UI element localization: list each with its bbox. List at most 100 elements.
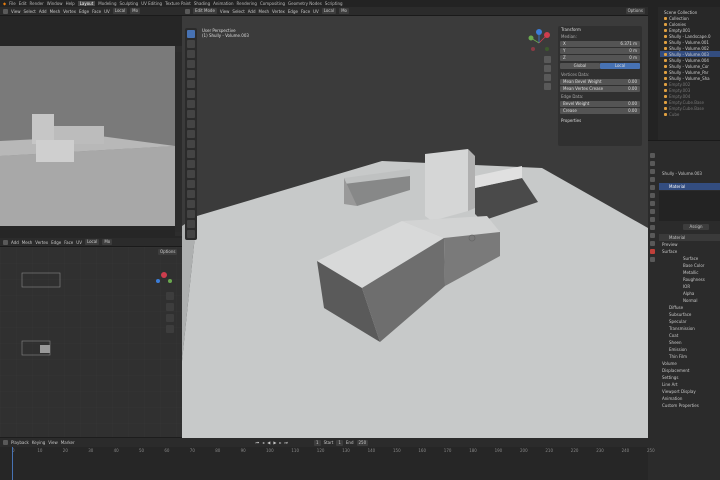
end-frame-field[interactable]: 250 <box>356 439 369 446</box>
transform-tool-icon[interactable] <box>187 80 195 88</box>
texture-tab-icon[interactable] <box>650 257 655 262</box>
transform-orientation-dropdown[interactable]: Local <box>112 8 128 14</box>
zoom-icon[interactable] <box>544 56 551 63</box>
keying-menu[interactable]: Keying <box>32 440 45 445</box>
view-menu[interactable]: View <box>48 440 58 445</box>
material-section[interactable]: Volume <box>659 360 720 367</box>
annotate-tool-icon[interactable] <box>187 90 195 98</box>
menu-edit[interactable]: Edit <box>19 1 27 6</box>
menu-uv[interactable]: UV <box>76 240 82 245</box>
menu-window[interactable]: Window <box>47 1 63 6</box>
shader-field[interactable]: Surface <box>659 255 720 262</box>
material-section[interactable]: Custom Properties <box>659 402 720 409</box>
tab-shading[interactable]: Shading <box>194 1 210 6</box>
camera-viewport[interactable] <box>0 16 182 238</box>
tab-layout[interactable]: Layout <box>77 1 96 6</box>
tab-sculpting[interactable]: Sculpting <box>120 1 139 6</box>
spin-tool-icon[interactable] <box>187 180 195 188</box>
menu-help[interactable]: Help <box>66 1 75 6</box>
extrude-tool-icon[interactable] <box>187 120 195 128</box>
material-name-field[interactable]: Material <box>659 234 720 241</box>
tab-rendering[interactable]: Rendering <box>237 1 257 6</box>
menu-edge[interactable]: Edge <box>51 240 61 245</box>
prev-key-icon[interactable]: ◂ <box>262 440 264 445</box>
material-tab-icon[interactable] <box>650 249 655 254</box>
editor-type-icon[interactable] <box>3 8 8 14</box>
material-section[interactable]: Animation <box>659 395 720 402</box>
add-cube-tool-icon[interactable] <box>187 110 195 118</box>
shader-subsection[interactable]: Coat <box>659 332 720 339</box>
edge-crease-field[interactable]: Crease 0.00 <box>560 108 640 114</box>
shader-subsection[interactable]: Sheen <box>659 339 720 346</box>
perspective-toggle-icon[interactable] <box>544 83 551 90</box>
marker-menu[interactable]: Marker <box>61 440 75 445</box>
shader-field[interactable]: Alpha <box>659 290 720 297</box>
shader-field[interactable]: Normal <box>659 297 720 304</box>
menu-mesh[interactable]: Mesh <box>50 9 61 14</box>
median-z-field[interactable]: Z0 m <box>560 55 640 61</box>
editor-type-icon[interactable] <box>3 440 8 445</box>
transform-orientation-dropdown[interactable]: Local <box>84 239 100 245</box>
transform-orientation-dropdown[interactable]: Local <box>321 8 337 14</box>
menu-mesh[interactable]: Mesh <box>259 9 270 14</box>
shrink-tool-icon[interactable] <box>187 210 195 218</box>
menu-edge[interactable]: Edge <box>288 9 298 14</box>
select-tool-icon[interactable] <box>187 30 195 38</box>
particles-tab-icon[interactable] <box>650 217 655 222</box>
view-layer-tab-icon[interactable] <box>650 177 655 182</box>
rip-tool-icon[interactable] <box>187 230 195 238</box>
playhead[interactable] <box>12 447 13 480</box>
editor-type-icon[interactable] <box>185 8 190 14</box>
shear-tool-icon[interactable] <box>187 220 195 228</box>
constraints-tab-icon[interactable] <box>650 233 655 238</box>
transform-section-title[interactable]: Transform <box>558 26 642 33</box>
menu-vertex[interactable]: Vertex <box>272 9 285 14</box>
options-dropdown[interactable]: Options <box>625 8 645 14</box>
shader-subsection[interactable]: Diffuse <box>659 304 720 311</box>
camera-view-icon[interactable] <box>544 74 551 81</box>
menu-render[interactable]: Render <box>30 1 44 6</box>
menu-face[interactable]: Face <box>92 9 101 14</box>
physics-tab-icon[interactable] <box>650 225 655 230</box>
knife-tool-icon[interactable] <box>187 160 195 168</box>
menu-vertex[interactable]: Vertex <box>35 240 48 245</box>
menu-add[interactable]: Add <box>11 240 19 245</box>
bevel-tool-icon[interactable] <box>187 140 195 148</box>
measure-tool-icon[interactable] <box>187 100 195 108</box>
menu-add[interactable]: Add <box>248 9 256 14</box>
jump-start-icon[interactable]: ⏮ <box>256 440 260 445</box>
shader-subsection[interactable]: Emission <box>659 346 720 353</box>
material-section[interactable]: Line Art <box>659 381 720 388</box>
jump-end-icon[interactable]: ⏭ <box>284 440 288 445</box>
menu-uv[interactable]: UV <box>104 9 110 14</box>
menu-edge[interactable]: Edge <box>79 9 89 14</box>
render-tab-icon[interactable] <box>650 161 655 166</box>
shader-subsection[interactable]: Specular <box>659 318 720 325</box>
surface-section[interactable]: Surface <box>659 248 720 255</box>
global-toggle[interactable]: Global <box>560 63 600 69</box>
tab-uv-editing[interactable]: UV Editing <box>141 1 162 6</box>
menu-view[interactable]: View <box>11 9 21 14</box>
tab-texture-paint[interactable]: Texture Paint <box>165 1 191 6</box>
next-key-icon[interactable]: ▸ <box>279 440 281 445</box>
tab-compositing[interactable]: Compositing <box>260 1 285 6</box>
world-tab-icon[interactable] <box>650 193 655 198</box>
shader-field[interactable]: Base Color <box>659 262 720 269</box>
loop-cut-tool-icon[interactable] <box>187 150 195 158</box>
preview-section[interactable]: Preview <box>659 241 720 248</box>
cursor-tool-icon[interactable] <box>187 40 195 48</box>
shader-subsection[interactable]: Subsurface <box>659 311 720 318</box>
shader-field[interactable]: Metallic <box>659 269 720 276</box>
editor-type-icon[interactable] <box>3 239 8 245</box>
rotate-tool-icon[interactable] <box>187 60 195 68</box>
mean-vertex-crease-field[interactable]: Mean Vertex Crease 0.00 <box>560 86 640 92</box>
output-tab-icon[interactable] <box>650 169 655 174</box>
menu-face[interactable]: Face <box>64 240 73 245</box>
main-3d-viewport[interactable]: User Perspective (1) Shully - Volume.003 <box>182 16 648 438</box>
tool-tab-icon[interactable] <box>650 153 655 158</box>
play-reverse-icon[interactable]: ◀ <box>267 440 270 445</box>
shader-field[interactable]: Roughness <box>659 276 720 283</box>
mean-bevel-weight-field[interactable]: Mean Bevel Weight 0.00 <box>560 79 640 85</box>
properties-section-title[interactable]: Properties <box>558 117 642 124</box>
timeline-ruler[interactable]: 0 10 20 30 40 50 60 70 80 90 100 110 120 130 140 150 160… <box>0 447 655 480</box>
